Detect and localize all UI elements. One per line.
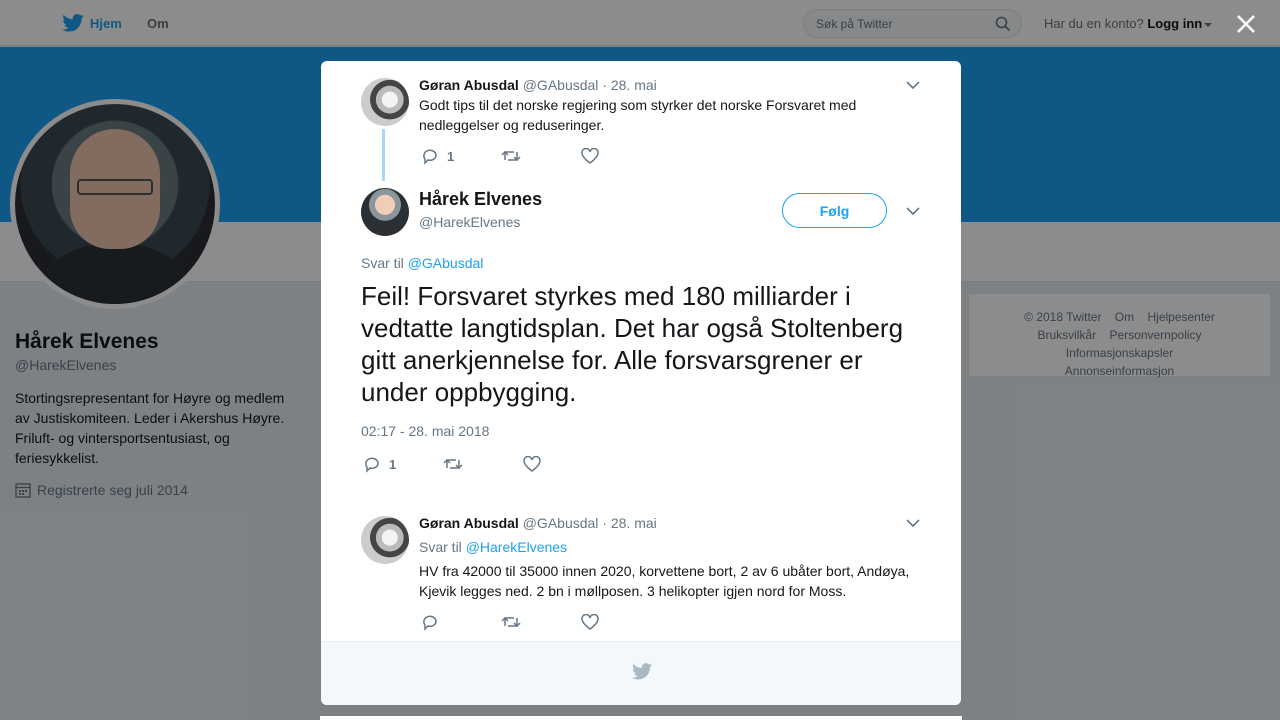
retweet-button[interactable] xyxy=(501,148,581,164)
close-button[interactable] xyxy=(1234,12,1258,36)
reply-to-handle[interactable]: @HarekElvenes xyxy=(466,539,567,555)
twitter-bird-icon xyxy=(632,663,652,680)
retweet-button[interactable] xyxy=(501,614,581,630)
main-tweet-text: Feil! Forsvaret styrkes med 180 milliard… xyxy=(361,281,904,407)
reply-tweet-handle[interactable]: @GAbusdal xyxy=(523,515,599,531)
reply-to-prefix: Svar til xyxy=(361,255,404,271)
reply-button[interactable] xyxy=(421,613,501,631)
tweet-modal: Gøran Abusdal @GAbusdal · 28. mai Godt t… xyxy=(321,61,961,705)
chevron-down-icon[interactable] xyxy=(906,518,920,528)
reply-to-handle[interactable]: @GAbusdal xyxy=(408,255,484,271)
parent-tweet-actions: 1 xyxy=(421,147,661,165)
thread-connector xyxy=(382,129,385,181)
chevron-down-icon[interactable] xyxy=(906,80,920,90)
retweet-icon xyxy=(501,150,521,162)
retweet-icon xyxy=(443,458,463,470)
parent-tweet-date[interactable]: · 28. mai xyxy=(602,77,656,93)
reply-to-prefix: Svar til xyxy=(419,539,462,555)
retweet-icon xyxy=(501,616,521,628)
reply-icon xyxy=(365,457,379,473)
main-tweet-timestamp[interactable]: 02:17 - 28. mai 2018 xyxy=(361,423,489,439)
main-tweet-actions: 1 xyxy=(363,455,603,473)
parent-tweet-handle[interactable]: @GAbusdal xyxy=(523,77,599,93)
parent-tweet-avatar[interactable] xyxy=(361,78,409,126)
parent-tweet-name[interactable]: Gøran Abusdal xyxy=(419,77,519,93)
reply-button[interactable]: 1 xyxy=(363,455,443,473)
heart-icon xyxy=(581,614,599,630)
like-button[interactable] xyxy=(581,614,661,630)
main-tweet-reply-to: Svar til @GAbusdal xyxy=(361,255,483,271)
reply-count: 1 xyxy=(389,456,397,472)
reply-tweet-header: Gøran Abusdal @GAbusdal · 28. mai xyxy=(419,515,657,531)
reply-icon xyxy=(423,615,437,631)
heart-icon xyxy=(581,148,599,164)
reply-tweet-name[interactable]: Gøran Abusdal xyxy=(419,515,519,531)
main-tweet-handle[interactable]: @HarekElvenes xyxy=(419,214,520,230)
heart-icon xyxy=(523,456,541,472)
next-modal-edge xyxy=(320,716,962,720)
follow-button[interactable]: Følg xyxy=(782,193,887,228)
main-tweet-avatar[interactable] xyxy=(361,188,409,236)
reply-tweet-avatar[interactable] xyxy=(361,516,409,564)
parent-tweet-text: Godt tips til det norske regjering som s… xyxy=(419,97,857,133)
reply-button[interactable]: 1 xyxy=(421,147,501,165)
reply-tweet-actions xyxy=(421,613,661,631)
close-icon xyxy=(1237,15,1255,33)
reply-tweet-text: HV fra 42000 til 35000 innen 2020, korve… xyxy=(419,563,910,599)
main-tweet-name[interactable]: Hårek Elvenes xyxy=(419,189,542,210)
parent-tweet-header: Gøran Abusdal @GAbusdal · 28. mai xyxy=(419,77,657,93)
reply-icon xyxy=(423,149,437,165)
reply-tweet-date[interactable]: · 28. mai xyxy=(602,515,656,531)
reply-tweet-reply-to: Svar til @HarekElvenes xyxy=(419,539,567,555)
modal-footer xyxy=(321,641,961,705)
like-button[interactable] xyxy=(581,148,661,164)
retweet-button[interactable] xyxy=(443,456,523,472)
chevron-down-icon[interactable] xyxy=(906,206,920,216)
like-button[interactable] xyxy=(523,456,603,472)
reply-count: 1 xyxy=(447,148,455,164)
